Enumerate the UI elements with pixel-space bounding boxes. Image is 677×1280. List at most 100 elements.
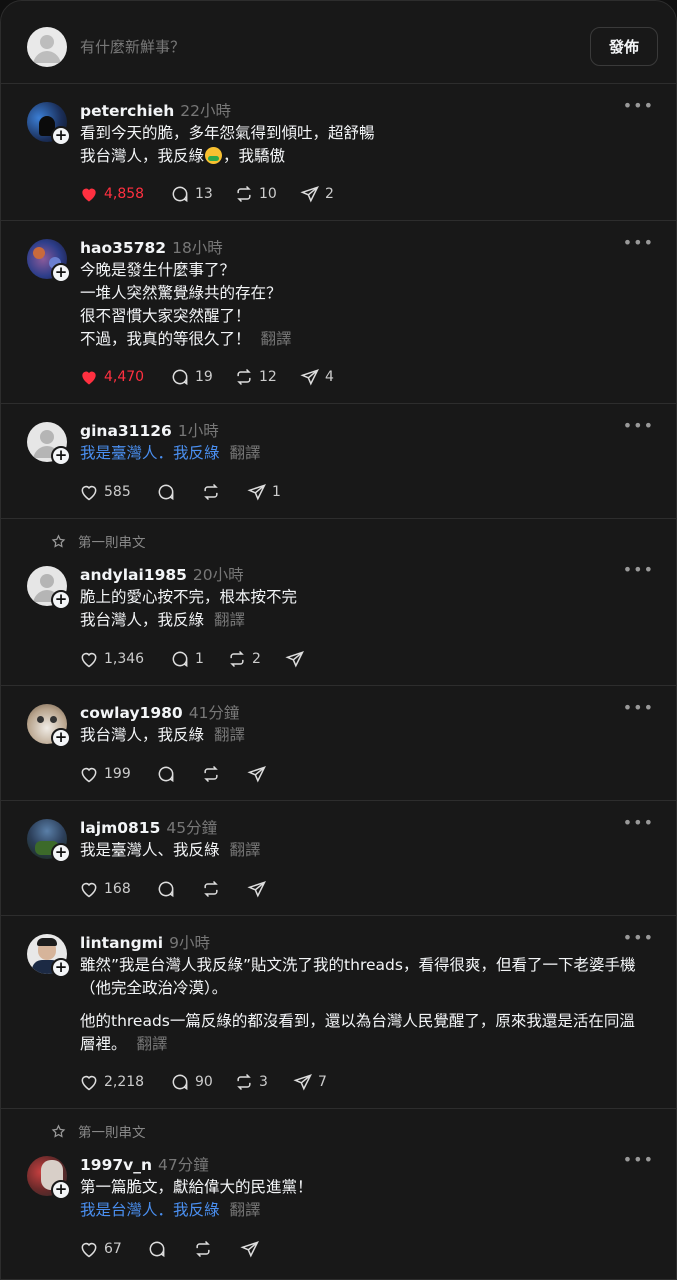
username[interactable]: 1997v_n bbox=[80, 1156, 152, 1174]
like-button[interactable]: 199 bbox=[79, 763, 131, 785]
follow-plus-icon[interactable]: + bbox=[51, 263, 71, 283]
comment-button[interactable] bbox=[156, 878, 176, 900]
avatar[interactable]: + bbox=[27, 704, 71, 748]
translate-link[interactable]: 翻譯 bbox=[230, 444, 261, 462]
translate-link[interactable]: 翻譯 bbox=[230, 841, 261, 859]
post[interactable]: + lajm0815 45分鐘 ••• 我是臺灣人、我反綠 翻譯 168 bbox=[1, 801, 676, 916]
post-actions: 585 1 bbox=[79, 481, 379, 503]
more-icon[interactable]: ••• bbox=[623, 698, 654, 717]
translate-link[interactable]: 翻譯 bbox=[137, 1035, 168, 1053]
comment-button[interactable] bbox=[156, 481, 176, 503]
comment-button[interactable] bbox=[147, 1238, 167, 1260]
share-count: 7 bbox=[318, 1074, 327, 1090]
username[interactable]: hao35782 bbox=[80, 239, 166, 257]
translate-link[interactable]: 翻譯 bbox=[261, 330, 292, 348]
follow-plus-icon[interactable]: + bbox=[51, 590, 71, 610]
comment-button[interactable]: 19 bbox=[170, 366, 213, 388]
more-icon[interactable]: ••• bbox=[623, 928, 654, 947]
repost-button[interactable] bbox=[201, 763, 221, 785]
comment-button[interactable]: 90 bbox=[170, 1071, 213, 1093]
avatar[interactable]: + bbox=[27, 566, 71, 610]
like-button[interactable]: 67 bbox=[79, 1238, 122, 1260]
comment-icon bbox=[172, 1074, 188, 1091]
username[interactable]: lajm0815 bbox=[80, 819, 160, 837]
post-button[interactable]: 發佈 bbox=[590, 27, 658, 66]
follow-plus-icon[interactable]: + bbox=[51, 728, 71, 748]
like-button[interactable]: 4,470 bbox=[79, 366, 144, 388]
username[interactable]: gina31126 bbox=[80, 422, 172, 440]
more-icon[interactable]: ••• bbox=[623, 233, 654, 252]
like-button[interactable]: 168 bbox=[79, 878, 131, 900]
follow-plus-icon[interactable]: + bbox=[51, 1180, 71, 1200]
post[interactable]: + peterchieh 22小時 ••• 看到今天的脆，多年怨氣得到傾吐，超舒暢… bbox=[1, 84, 676, 221]
hashtag-link[interactable]: 我是台灣人．我反綠 bbox=[80, 1201, 220, 1219]
username[interactable]: lintangmi bbox=[80, 934, 163, 952]
repost-button[interactable]: 10 bbox=[234, 183, 277, 205]
translate-link[interactable]: 翻譯 bbox=[230, 1201, 261, 1219]
avatar[interactable]: + bbox=[27, 422, 71, 466]
like-button[interactable]: 2,218 bbox=[79, 1071, 144, 1093]
share-button[interactable] bbox=[247, 763, 267, 785]
username[interactable]: andylai1985 bbox=[80, 566, 187, 584]
follow-plus-icon[interactable]: + bbox=[51, 843, 71, 863]
translate-link[interactable]: 翻譯 bbox=[214, 611, 245, 629]
avatar[interactable]: + bbox=[27, 1156, 71, 1200]
post-time: 1小時 bbox=[177, 422, 219, 440]
follow-plus-icon[interactable]: + bbox=[51, 126, 71, 146]
post-time: 47分鐘 bbox=[158, 1156, 209, 1174]
post-actions: 67 bbox=[79, 1238, 379, 1260]
username[interactable]: peterchieh bbox=[80, 102, 174, 120]
repost-button[interactable] bbox=[193, 1238, 213, 1260]
composer-prompt[interactable]: 有什麼新鮮事？ bbox=[80, 36, 185, 57]
avatar[interactable]: + bbox=[27, 239, 71, 283]
translate-link[interactable]: 翻譯 bbox=[214, 726, 245, 744]
post[interactable]: + cowlay1980 41分鐘 ••• 我台灣人，我反綠 翻譯 199 bbox=[1, 686, 676, 801]
hashtag-link[interactable]: 我是臺灣人．我反綠 bbox=[80, 444, 220, 462]
more-icon[interactable]: ••• bbox=[623, 416, 654, 435]
repost-button[interactable]: 2 bbox=[227, 648, 261, 670]
share-button[interactable] bbox=[247, 878, 267, 900]
share-button[interactable]: 7 bbox=[293, 1071, 327, 1093]
more-icon[interactable]: ••• bbox=[623, 813, 654, 832]
repost-button[interactable]: 3 bbox=[234, 1071, 268, 1093]
heart-icon bbox=[81, 652, 97, 668]
share-button[interactable]: 4 bbox=[300, 366, 334, 388]
comment-count: 1 bbox=[195, 651, 204, 667]
heart-icon bbox=[81, 767, 97, 783]
share-button[interactable]: 2 bbox=[300, 183, 334, 205]
comment-icon bbox=[172, 186, 188, 203]
share-button[interactable] bbox=[285, 648, 305, 670]
comment-button[interactable]: 13 bbox=[170, 183, 213, 205]
like-count: 168 bbox=[104, 881, 131, 897]
comment-button[interactable] bbox=[156, 763, 176, 785]
post[interactable]: + gina31126 1小時 ••• 我是臺灣人．我反綠 翻譯 585 1 bbox=[1, 404, 676, 519]
repost-icon bbox=[204, 765, 218, 783]
repost-button[interactable]: 12 bbox=[234, 366, 277, 388]
repost-button[interactable] bbox=[201, 878, 221, 900]
avatar[interactable]: + bbox=[27, 934, 71, 978]
more-icon[interactable]: ••• bbox=[623, 96, 654, 115]
username[interactable]: cowlay1980 bbox=[80, 704, 183, 722]
more-icon[interactable]: ••• bbox=[623, 1150, 654, 1169]
post[interactable]: 第一則串文 + andylai1985 20小時 ••• 脆上的愛心按不完，根本按… bbox=[1, 519, 676, 686]
follow-plus-icon[interactable]: + bbox=[51, 446, 71, 466]
repost-icon bbox=[237, 185, 251, 203]
share-button[interactable] bbox=[240, 1238, 260, 1260]
like-button[interactable]: 1,346 bbox=[79, 648, 144, 670]
like-button[interactable]: 4,858 bbox=[79, 183, 144, 205]
post[interactable]: + hao35782 18小時 ••• 今晚是發生什麼事了？ 一堆人突然驚覺綠共的… bbox=[1, 221, 676, 404]
post-time: 20小時 bbox=[192, 566, 244, 584]
more-icon[interactable]: ••• bbox=[623, 560, 654, 579]
avatar[interactable]: + bbox=[27, 102, 71, 146]
comment-button[interactable]: 1 bbox=[170, 648, 204, 670]
composer[interactable]: 有什麼新鮮事？ 發佈 bbox=[1, 1, 676, 84]
avatar[interactable]: + bbox=[27, 819, 71, 863]
share-button[interactable]: 1 bbox=[247, 481, 281, 503]
post-actions: 1,346 1 2 bbox=[79, 648, 379, 670]
follow-plus-icon[interactable]: + bbox=[51, 958, 71, 978]
repost-button[interactable] bbox=[201, 481, 221, 503]
post[interactable]: + lintangmi 9小時 ••• 雖然”我是台灣人我反綠”貼文洗了我的thr… bbox=[1, 916, 676, 1109]
comment-icon bbox=[172, 651, 188, 668]
post[interactable]: 第一則串文 + 1997v_n 47分鐘 ••• 第一篇脆文，獻給偉大的民進黨！ … bbox=[1, 1109, 676, 1279]
like-button[interactable]: 585 bbox=[79, 481, 131, 503]
